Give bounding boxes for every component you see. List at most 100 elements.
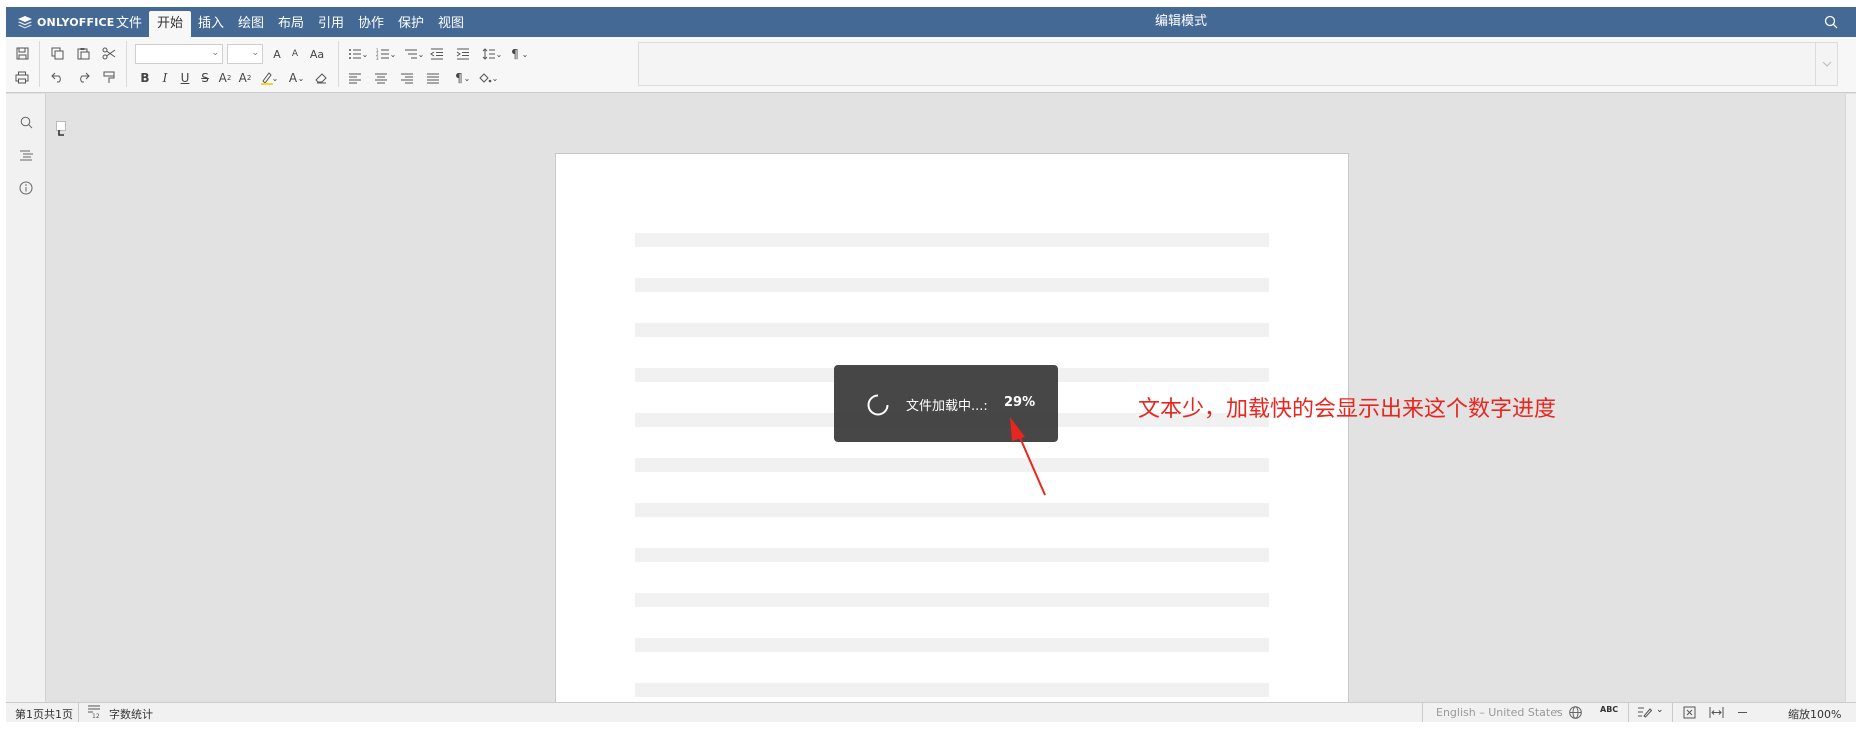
fit-width-icon[interactable] <box>1709 707 1724 721</box>
left-panel <box>6 94 46 702</box>
decrease-font-size-icon[interactable]: A <box>284 44 306 64</box>
mode-title: 编辑模式 <box>1154 14 1207 29</box>
doc-language-icon[interactable] <box>1569 706 1582 722</box>
align-center-icon[interactable] <box>370 68 392 88</box>
loading-percent: 29% <box>1004 395 1036 410</box>
navigation-icon[interactable] <box>16 145 36 165</box>
placeholder-line <box>635 548 1269 562</box>
format-painter-icon[interactable] <box>98 67 120 87</box>
underline-icon[interactable]: U <box>174 68 196 88</box>
tab-view[interactable]: 视图 <box>434 11 468 37</box>
superscript-icon[interactable]: A2 <box>214 68 236 88</box>
onlyoffice-logo-icon <box>18 15 32 28</box>
placeholder-line <box>635 683 1269 697</box>
tab-stop-selector[interactable] <box>56 121 66 136</box>
title-bar: ONLYOFFICE 文件 开始 插入 绘图 布局 引用 协作 保护 视图 编辑… <box>6 7 1856 37</box>
subscript-icon[interactable]: A2 <box>234 68 256 88</box>
toolbar: ⌄ ⌄ A A Aa B I U S A2 A2 ⌄ A ⌄ ⌄ 1 2 3 ⌄… <box>6 37 1856 93</box>
chevron-down-icon[interactable]: ⌄ <box>388 44 398 64</box>
chevron-down-icon[interactable]: ⌄ <box>296 68 306 88</box>
tab-draw[interactable]: 绘图 <box>234 11 268 37</box>
search-icon[interactable] <box>16 112 36 132</box>
toolbar-separator <box>338 41 339 87</box>
chevron-down-icon: ⌄ <box>251 48 259 58</box>
cut-icon[interactable] <box>98 43 120 63</box>
align-justify-icon[interactable] <box>422 68 444 88</box>
language-select[interactable]: English – United States <box>1436 706 1563 719</box>
placeholder-line <box>635 323 1269 337</box>
editor-window: ONLYOFFICE 文件 开始 插入 绘图 布局 引用 协作 保护 视图 编辑… <box>6 7 1856 722</box>
placeholder-line <box>635 593 1269 607</box>
tab-collaboration[interactable]: 协作 <box>354 11 388 37</box>
paragraph-settings-glyph: ¶ <box>511 47 519 61</box>
tab-layout[interactable]: 布局 <box>274 11 308 37</box>
styles-gallery[interactable] <box>638 42 1838 86</box>
placeholder-line <box>635 638 1269 652</box>
undo-icon[interactable] <box>46 67 68 87</box>
tab-protection[interactable]: 保护 <box>394 11 428 37</box>
vertical-scrollbar[interactable] <box>1845 94 1856 702</box>
align-left-icon[interactable] <box>344 68 366 88</box>
chevron-down-icon[interactable]: ⌄ <box>270 68 280 88</box>
svg-text:3: 3 <box>376 56 379 60</box>
chevron-down-icon[interactable]: ⌄ <box>1554 705 1562 715</box>
toolbar-separator <box>39 41 40 87</box>
save-icon[interactable] <box>11 43 33 63</box>
loading-dialog: 文件加载中...: 29% <box>834 365 1058 442</box>
svg-text:123: 123 <box>92 713 100 718</box>
status-separator <box>1628 703 1629 722</box>
paste-icon[interactable] <box>72 43 94 63</box>
status-separator <box>1672 703 1673 722</box>
loading-spinner-icon <box>867 394 889 416</box>
logo-text: ONLYOFFICE <box>37 15 115 29</box>
change-case-icon[interactable]: Aa <box>304 44 330 64</box>
print-icon[interactable] <box>11 67 33 87</box>
clear-style-icon[interactable] <box>310 68 332 88</box>
about-icon[interactable] <box>16 178 36 198</box>
strikethrough-icon[interactable]: S <box>194 68 216 88</box>
zoom-out-icon[interactable] <box>1737 707 1748 721</box>
placeholder-line <box>635 458 1269 472</box>
bold-icon[interactable]: B <box>134 68 156 88</box>
chevron-down-icon[interactable]: ⌄ <box>1656 705 1664 715</box>
app-logo: ONLYOFFICE <box>18 7 115 37</box>
zoom-level[interactable]: 缩放100% <box>1788 706 1841 722</box>
redo-icon[interactable] <box>72 67 94 87</box>
chevron-down-icon[interactable]: ⌄ <box>462 68 472 88</box>
chevron-down-icon[interactable]: ⌄ <box>490 68 500 88</box>
tab-home[interactable]: 开始 <box>149 11 191 37</box>
fit-page-icon[interactable] <box>1683 706 1696 722</box>
styles-expand-icon[interactable] <box>1815 43 1837 85</box>
toolbar-separator <box>126 41 127 87</box>
tab-references[interactable]: 引用 <box>314 11 348 37</box>
decrease-indent-icon[interactable] <box>426 44 448 64</box>
placeholder-line <box>635 503 1269 517</box>
placeholder-line <box>635 278 1269 292</box>
italic-icon[interactable]: I <box>154 68 176 88</box>
subscript-letter: A <box>238 71 247 85</box>
chevron-down-icon: ⌄ <box>211 48 219 58</box>
tab-file[interactable]: 文件 <box>112 11 146 37</box>
chevron-down-icon[interactable]: ⌄ <box>416 44 426 64</box>
status-separator <box>78 703 79 722</box>
align-right-icon[interactable] <box>396 68 418 88</box>
superscript-letter: A <box>218 71 227 85</box>
status-bar: 第1页共1页 123 字数统计 English – United States … <box>6 702 1856 722</box>
word-count-icon[interactable]: 123 <box>88 705 104 721</box>
status-separator <box>1422 703 1423 722</box>
font-name-select[interactable]: ⌄ <box>135 44 223 64</box>
word-count-label[interactable]: 字数统计 <box>109 706 153 722</box>
spell-check-icon[interactable]: ABC <box>1600 705 1618 714</box>
loading-message: 文件加载中...: <box>906 399 988 414</box>
placeholder-line <box>635 233 1269 247</box>
chevron-down-icon[interactable]: ⌄ <box>520 44 530 64</box>
page-info[interactable]: 第1页共1页 <box>15 706 73 722</box>
chevron-down-icon[interactable]: ⌄ <box>494 44 504 64</box>
search-icon[interactable] <box>1824 14 1838 33</box>
copy-icon[interactable] <box>46 43 68 63</box>
increase-indent-icon[interactable] <box>452 44 474 64</box>
tab-insert[interactable]: 插入 <box>194 11 228 37</box>
track-changes-icon[interactable] <box>1638 706 1653 721</box>
chevron-down-icon[interactable]: ⌄ <box>360 44 370 64</box>
font-size-select[interactable]: ⌄ <box>227 44 263 64</box>
